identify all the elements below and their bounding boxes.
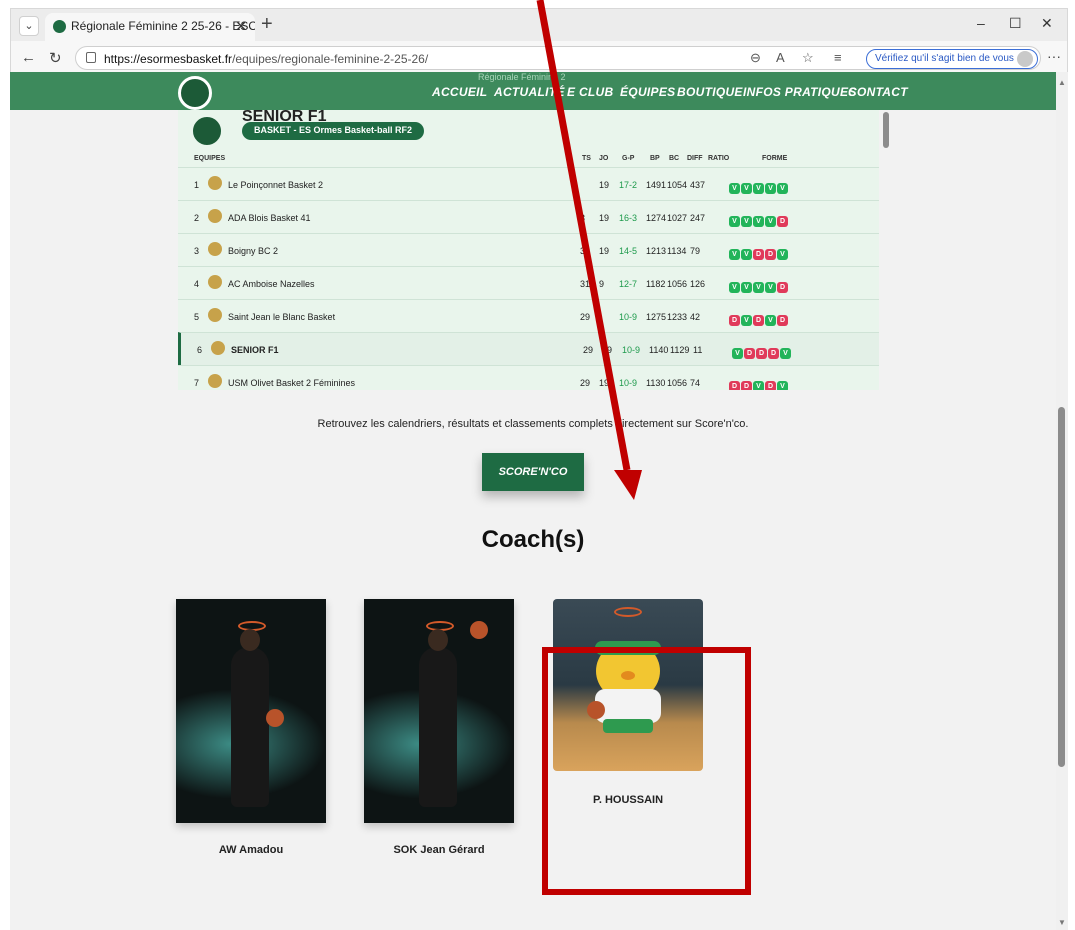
- arrow-head: [614, 470, 642, 500]
- arrow-shaft: [536, 0, 631, 471]
- annotation-arrow: [536, 0, 642, 500]
